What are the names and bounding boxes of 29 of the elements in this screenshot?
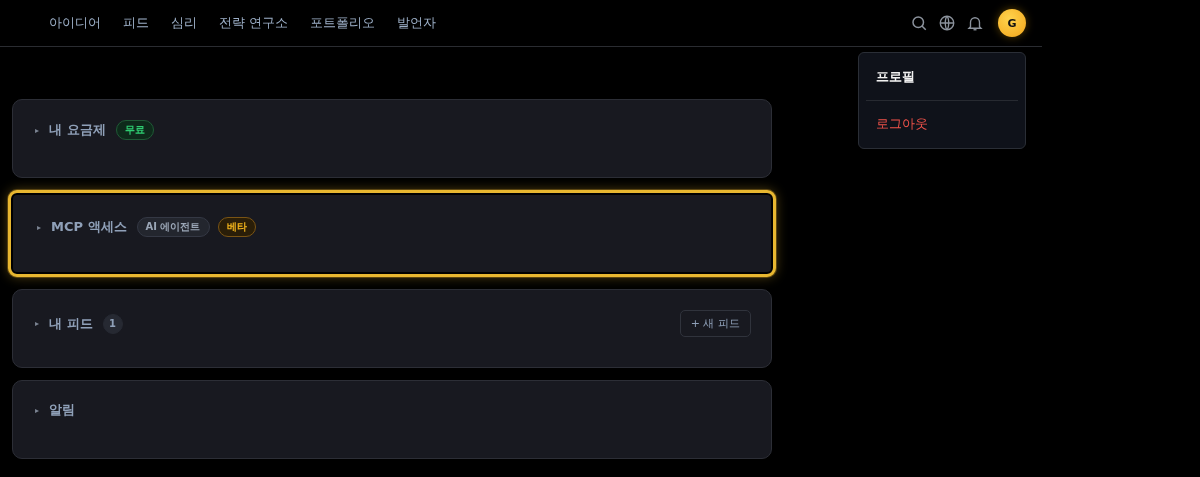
badge: 무료 [115, 120, 154, 140]
section-card[interactable]: ▸ 알림 [12, 380, 772, 459]
expand-marker: ▸ [35, 319, 39, 328]
section-card[interactable]: ▸ 내 피드 1 + 새 피드 [12, 289, 772, 368]
expand-marker: ▸ [37, 222, 41, 232]
globe-icon[interactable] [938, 14, 956, 32]
bell-icon[interactable] [966, 14, 984, 32]
nav-link[interactable]: 발언자 [397, 14, 437, 32]
expand-marker: ▸ [35, 405, 39, 415]
section-card[interactable]: ▸ MCP 액세스 AI 에이전트 베타 [8, 190, 776, 277]
new-feed-button[interactable]: + 새 피드 [679, 310, 751, 337]
avatar[interactable]: G [998, 9, 1026, 37]
nav-link[interactable]: 아이디어 [49, 14, 101, 32]
expand-marker: ▸ [35, 125, 39, 135]
section-title: MCP 액세스 [51, 218, 127, 236]
nav-link[interactable]: 전략 연구소 [219, 14, 289, 32]
search-icon[interactable] [910, 14, 928, 32]
nav-link[interactable]: 포트폴리오 [310, 14, 376, 32]
badge: 베타 [217, 217, 256, 237]
menu-item[interactable]: 프로필 [866, 59, 1018, 95]
section-title: 알림 [49, 401, 75, 419]
section-title: 내 피드 [49, 314, 93, 333]
section-title: 내 요금제 [49, 121, 106, 139]
nav-link[interactable]: 심리 [171, 14, 197, 32]
badge: AI 에이전트 [136, 217, 210, 237]
section-card[interactable]: ▸ 내 요금제 무료 [12, 99, 772, 178]
nav-link[interactable]: 피드 [123, 14, 149, 32]
menu-item[interactable]: 로그아웃 [866, 106, 1018, 142]
badge: 1 [102, 313, 123, 334]
